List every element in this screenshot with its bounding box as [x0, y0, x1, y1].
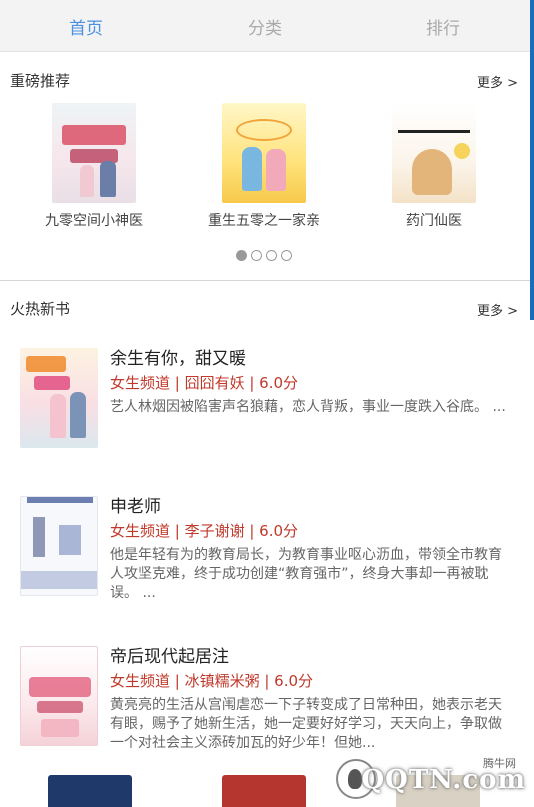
book-cover[interactable] [222, 775, 306, 807]
book-cover [392, 103, 476, 203]
book-description: 他是年轻有为的教育局长，为教育事业呕心沥血，带领全市教育人攻坚克难，终于成功创建… [110, 547, 502, 601]
book-meta: 女生频道 | 囧囧有妖 | 6.0分 [110, 374, 299, 392]
book-list-item[interactable]: 申老师 女生频道 | 李子谢谢 | 6.0分 他是年轻有为的教育局长，为教育事业… [0, 492, 534, 622]
tab-home[interactable]: 首页 [46, 14, 126, 39]
book-cover [20, 348, 98, 448]
book-cover [52, 103, 136, 203]
scroll-edge-indicator [530, 0, 534, 320]
watermark-big-text: QQTN.com [361, 765, 526, 795]
book-title: 余生有你，甜又暖 [110, 349, 246, 369]
book-cover [222, 103, 306, 203]
book-cover [20, 496, 98, 596]
tab-category[interactable]: 分类 [225, 14, 305, 39]
featured-book-name: 九零空间小神医 [45, 213, 143, 229]
featured-more-link[interactable]: 更多 > [477, 72, 518, 91]
featured-book-3[interactable]: 药门仙医 [349, 103, 519, 230]
book-cover [20, 646, 98, 746]
featured-header: 重磅推荐 更多 > [10, 70, 524, 92]
book-description: 艺人林烟因被陷害声名狼藉，恋人背叛，事业一度跌入谷底。 ... [110, 399, 506, 415]
watermark: 腾牛网 QQTN.com [336, 755, 526, 801]
book-list-item[interactable]: 余生有你，甜又暖 女生频道 | 囧囧有妖 | 6.0分 艺人林烟因被陷害声名狼藉… [0, 344, 534, 474]
book-cover[interactable] [48, 775, 132, 807]
book-title: 帝后现代起居注 [110, 647, 229, 667]
carousel-indicator [236, 250, 292, 261]
hot-title: 火热新书 [10, 300, 71, 318]
top-tab-bar: 首页 分类 排行 [0, 0, 534, 52]
featured-book-2[interactable]: 重生五零之一家亲 [179, 103, 349, 230]
featured-book-name: 药门仙医 [406, 213, 462, 229]
featured-title: 重磅推荐 [10, 72, 71, 90]
section-divider [0, 280, 534, 281]
hot-more-link[interactable]: 更多 > [477, 300, 518, 319]
book-title: 申老师 [110, 497, 161, 517]
book-description: 黄亮亮的生活从宫闱虐恋一下子转变成了日常种田，她表示老天有眼，赐予了她新生活，她… [110, 697, 502, 751]
carousel-dot[interactable] [251, 250, 262, 261]
featured-book-1[interactable]: 九零空间小神医 [9, 103, 179, 230]
tab-ranking[interactable]: 排行 [403, 14, 483, 39]
featured-book-name: 重生五零之一家亲 [208, 213, 320, 229]
book-meta: 女生频道 | 李子谢谢 | 6.0分 [110, 522, 299, 540]
carousel-dot[interactable] [266, 250, 277, 261]
book-list-item[interactable]: 帝后现代起居注 女生频道 | 冰镇糯米粥 | 6.0分 黄亮亮的生活从宫闱虐恋一… [0, 642, 534, 772]
carousel-dot-active[interactable] [236, 250, 247, 261]
book-meta: 女生频道 | 冰镇糯米粥 | 6.0分 [110, 672, 314, 690]
hot-header: 火热新书 更多 > [10, 298, 524, 320]
carousel-dot[interactable] [281, 250, 292, 261]
